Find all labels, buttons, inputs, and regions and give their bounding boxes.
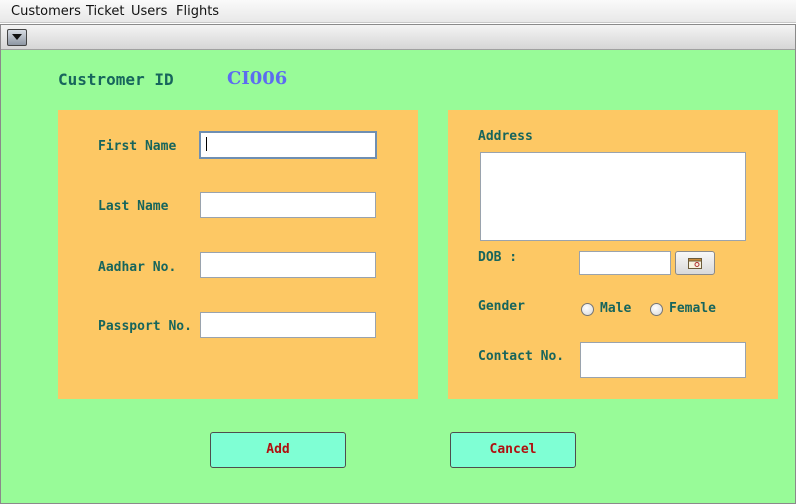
menu-bar: Customers Ticket Users Flights bbox=[0, 0, 796, 23]
menu-customers[interactable]: Customers bbox=[11, 4, 81, 19]
last-name-field[interactable] bbox=[200, 192, 376, 218]
first-name-label: First Name bbox=[98, 139, 177, 154]
passport-label: Passport No. bbox=[98, 319, 192, 334]
dob-field[interactable] bbox=[579, 251, 671, 275]
contact-label: Contact No. bbox=[478, 349, 565, 364]
male-label[interactable]: Male bbox=[600, 301, 631, 316]
first-name-field[interactable] bbox=[199, 131, 377, 159]
contact-field[interactable] bbox=[580, 342, 746, 378]
aadhar-label: Aadhar No. bbox=[98, 260, 177, 275]
cancel-button[interactable]: Cancel bbox=[450, 432, 576, 468]
dob-label: DOB : bbox=[478, 250, 518, 265]
male-radio[interactable] bbox=[581, 303, 594, 316]
customer-id-label: Custromer ID bbox=[58, 70, 174, 89]
personal-info-panel: First Name Last Name Aadhar No. Passport… bbox=[58, 110, 418, 399]
add-button[interactable]: Add bbox=[210, 432, 346, 468]
address-label: Address bbox=[478, 129, 533, 144]
passport-field[interactable] bbox=[200, 312, 376, 338]
frame-title-bar bbox=[1, 25, 795, 50]
last-name-label: Last Name bbox=[98, 199, 169, 214]
form-content: Custromer ID CI006 First Name Last Name … bbox=[7, 51, 795, 503]
text-caret bbox=[206, 137, 207, 151]
customer-frame: Custromer ID CI006 First Name Last Name … bbox=[0, 24, 796, 504]
menu-ticket[interactable]: Ticket bbox=[86, 4, 124, 19]
contact-info-panel: Address DOB : Gender Male Female Contact… bbox=[448, 110, 778, 399]
date-picker-button[interactable] bbox=[675, 251, 715, 275]
menu-users[interactable]: Users bbox=[131, 4, 167, 19]
female-radio[interactable] bbox=[650, 303, 663, 316]
triangle-down-icon bbox=[12, 34, 22, 40]
gender-label: Gender bbox=[478, 299, 525, 314]
calendar-icon bbox=[688, 258, 702, 269]
customer-id-value: CI006 bbox=[227, 68, 288, 89]
address-textarea[interactable] bbox=[480, 152, 746, 241]
frame-menu-button[interactable] bbox=[7, 29, 27, 46]
aadhar-field[interactable] bbox=[200, 252, 376, 278]
menu-flights[interactable]: Flights bbox=[176, 4, 219, 19]
female-label[interactable]: Female bbox=[669, 301, 716, 316]
